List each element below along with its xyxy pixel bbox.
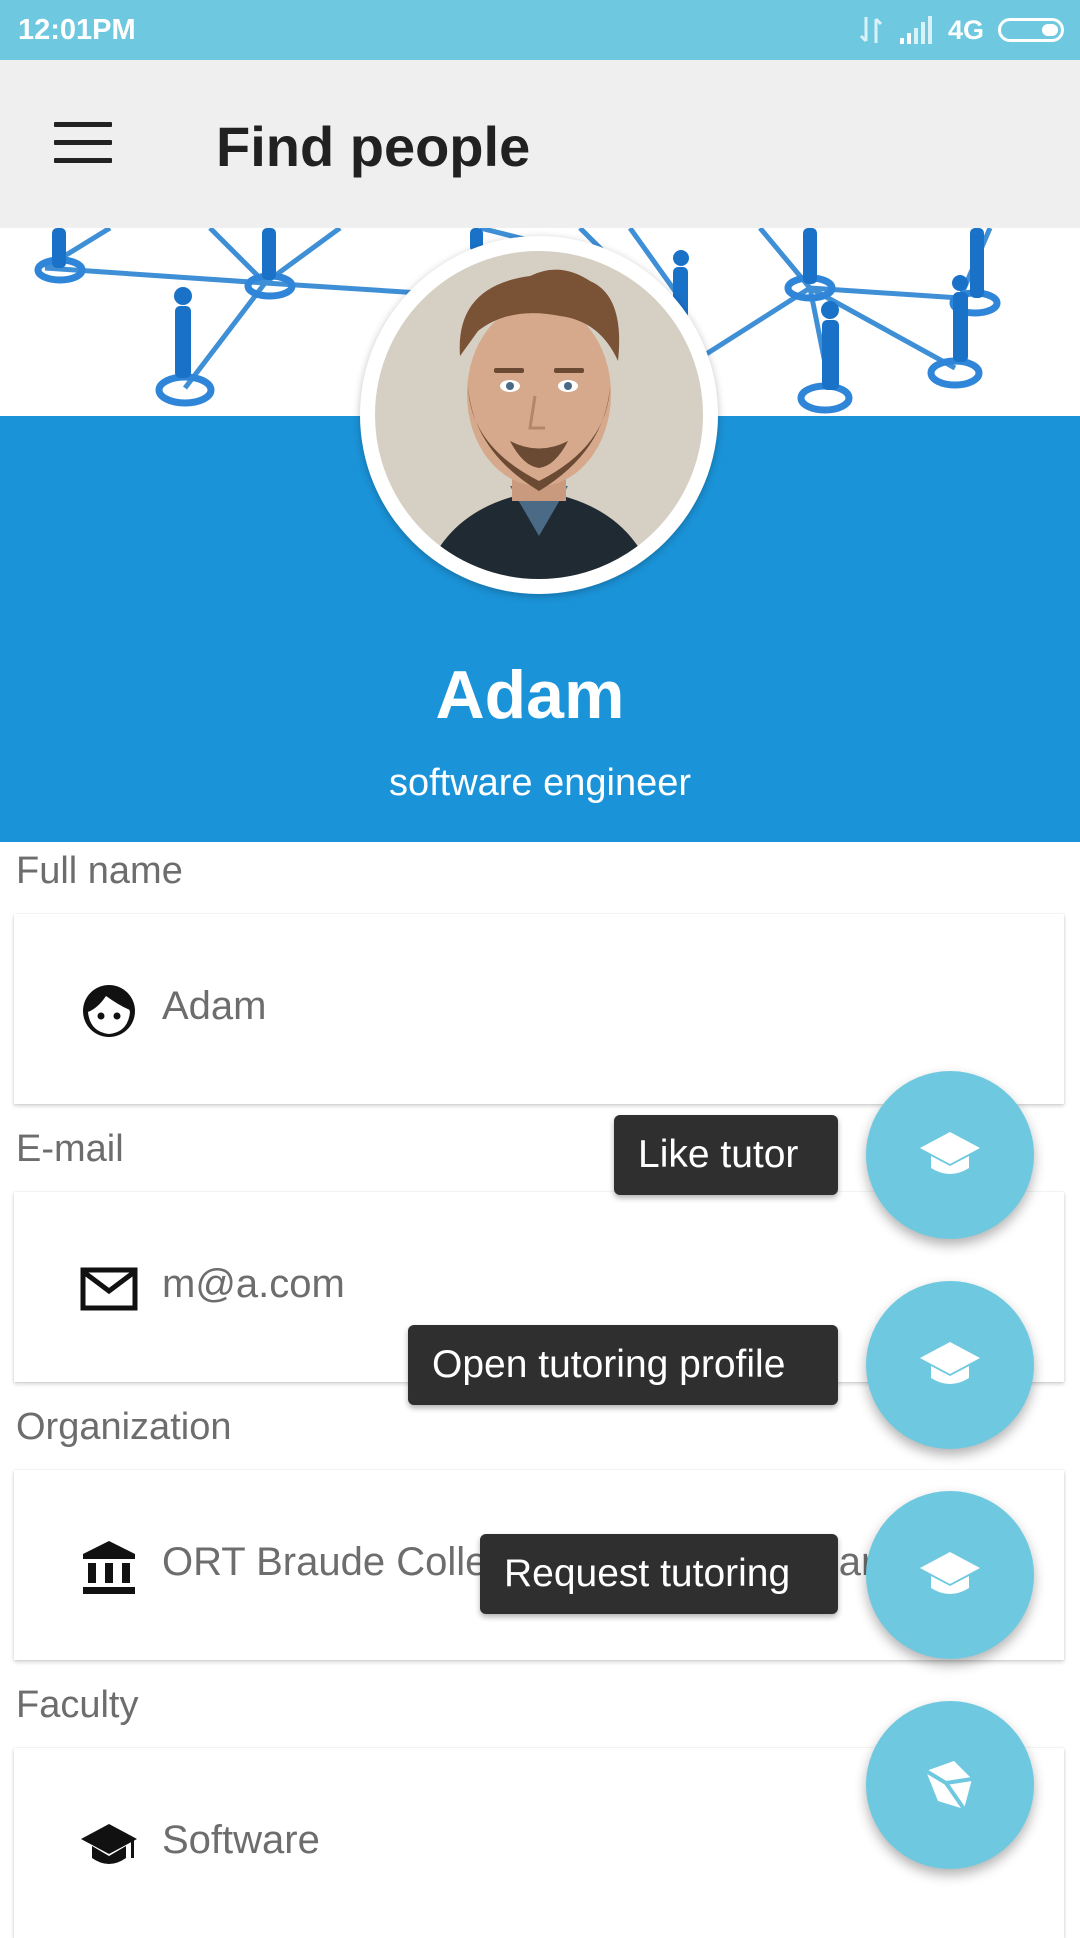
mail-icon [80, 1267, 138, 1311]
menu-icon[interactable] [54, 122, 112, 164]
open-tutoring-profile-button[interactable] [866, 1281, 1034, 1449]
face-icon [83, 985, 135, 1037]
page-title: Find people [216, 115, 531, 178]
like-tutor-tooltip: Like tutor [614, 1115, 838, 1195]
school-icon [920, 1342, 980, 1384]
request-tutoring-button[interactable] [866, 1491, 1034, 1659]
open-box-icon [924, 1761, 973, 1811]
school-icon [920, 1132, 980, 1174]
status-icons: 4G [858, 14, 1064, 46]
status-time: 12:01PM [18, 14, 136, 46]
data-transfer-icon [859, 17, 883, 43]
status-bar: 12:01PM 4G [0, 0, 1080, 60]
institution-icon [83, 1541, 135, 1594]
email-value: m@a.com [162, 1262, 345, 1306]
app-bar: Find people [0, 60, 1080, 228]
full-name-label: Full name [16, 850, 183, 892]
profile-photo [363, 239, 715, 591]
faculty-value: Software [162, 1818, 320, 1862]
school-icon [920, 1552, 980, 1594]
signal-icon [899, 16, 932, 44]
main-fab-button[interactable] [866, 1701, 1034, 1869]
full-name-field[interactable]: Adam [14, 914, 1064, 1104]
like-tutor-button[interactable] [866, 1071, 1034, 1239]
organization-label: Organization [16, 1406, 232, 1448]
email-label: E-mail [16, 1128, 124, 1170]
avatar[interactable] [360, 236, 718, 594]
graduation-cap-icon [81, 1824, 137, 1864]
battery-icon [998, 18, 1064, 42]
profile-role: software engineer [388, 762, 692, 804]
request-tutoring-tooltip: Request tutoring [480, 1534, 838, 1614]
full-name-value: Adam [162, 984, 267, 1028]
faculty-label: Faculty [16, 1684, 139, 1726]
profile-name: Adam [435, 657, 625, 733]
network-type: 4G [947, 14, 984, 45]
open-tutoring-profile-tooltip: Open tutoring profile [408, 1325, 838, 1405]
